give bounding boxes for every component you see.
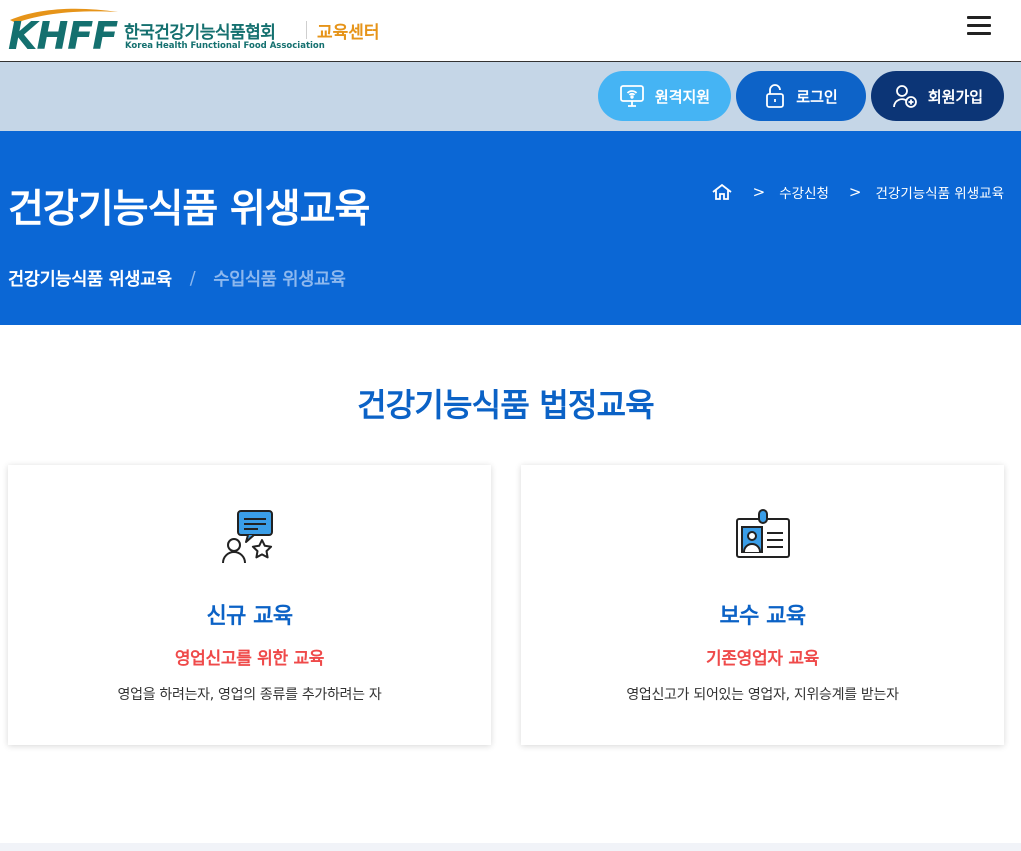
new-education-card[interactable]: 신규 교육 영업신고를 위한 교육 영업을 하려는자, 영업의 종류를 추가하려… — [8, 465, 491, 745]
remote-support-button[interactable]: 원격지원 — [598, 71, 731, 121]
card-description: 영업을 하려는자, 영업의 종류를 추가하려는 자 — [117, 687, 382, 703]
page-title: 건강기능식품 위생교육 — [8, 187, 370, 232]
card-description: 영업신고가 되어있는 영업자, 지위승계를 받는자 — [626, 687, 899, 703]
lock-icon — [766, 84, 785, 108]
page-hero: 건강기능식품 위생교육 > 수강신청 > 건강기능식품 위생교육 건강기능식품 … — [0, 131, 1021, 325]
logo-center-name: 교육센터 — [317, 23, 380, 43]
join-label: 회원가입 — [927, 87, 984, 106]
breadcrumb-item-current[interactable]: 건강기능식품 위생교육 — [876, 182, 1005, 202]
subnav-item-health-food[interactable]: 건강기능식품 위생교육 — [8, 266, 172, 291]
id-badge-icon — [735, 509, 790, 558]
home-icon[interactable] — [711, 183, 733, 201]
logo-name-en: Korea Health Functional Food Association — [125, 41, 325, 51]
footer-edge — [0, 843, 1021, 851]
subnav-item-imported-food[interactable]: 수입식품 위생교육 — [213, 266, 346, 291]
join-button[interactable]: 회원가입 — [871, 71, 1004, 121]
remote-support-label: 원격지원 — [654, 87, 711, 106]
breadcrumb: > 수강신청 > 건강기능식품 위생교육 — [711, 182, 1004, 202]
card-subtitle: 영업신고를 위한 교육 — [174, 649, 325, 669]
logo-mark: KHFF — [8, 14, 118, 58]
logo-name-ko: 한국건강기능식품협회 — [124, 23, 276, 43]
chevron-right-icon: > — [848, 183, 862, 201]
chevron-right-icon: > — [752, 183, 766, 201]
site-header: KHFF 한국건강기능식품협회 Korea Health Functional … — [0, 0, 1021, 62]
section-title: 건강기능식품 법정교육 — [357, 386, 655, 424]
logo-divider — [306, 21, 307, 39]
refresher-education-card[interactable]: 보수 교육 기존영업자 교육 영업신고가 되어있는 영업자, 지위승계를 받는자 — [521, 465, 1004, 745]
login-label: 로그인 — [796, 87, 838, 106]
utility-bar: 원격지원 로그인 회원가입 — [0, 62, 1021, 131]
login-button[interactable]: 로그인 — [736, 71, 866, 121]
card-title: 보수 교육 — [719, 604, 806, 629]
user-plus-icon — [892, 85, 917, 108]
card-subtitle: 기존영업자 교육 — [706, 649, 819, 669]
subnav-separator: / — [189, 268, 196, 289]
monitor-wifi-icon — [619, 85, 644, 107]
hamburger-menu-icon[interactable] — [965, 13, 993, 37]
card-title: 신규 교육 — [206, 604, 293, 629]
user-chat-star-icon — [221, 510, 273, 564]
breadcrumb-item-apply[interactable]: 수강신청 — [779, 182, 829, 202]
sub-navigation: 건강기능식품 위생교육 / 수입식품 위생교육 — [8, 266, 346, 291]
